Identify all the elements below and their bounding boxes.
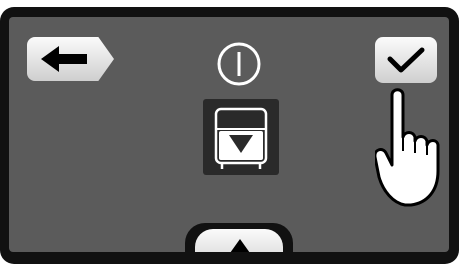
- drain-function-button[interactable]: [203, 99, 279, 175]
- drain-down-arrow-icon: [214, 107, 268, 169]
- power-icon: [217, 42, 261, 86]
- back-button[interactable]: [27, 37, 114, 81]
- left-arrow-icon: [41, 46, 87, 72]
- pointing-hand-icon: [375, 88, 440, 207]
- confirm-button[interactable]: [375, 37, 437, 83]
- up-triangle-icon: [230, 239, 250, 252]
- expand-menu-button[interactable]: [195, 229, 283, 252]
- checkmark-icon: [387, 47, 425, 73]
- device-frame: [0, 0, 459, 268]
- display-screen: [9, 17, 449, 252]
